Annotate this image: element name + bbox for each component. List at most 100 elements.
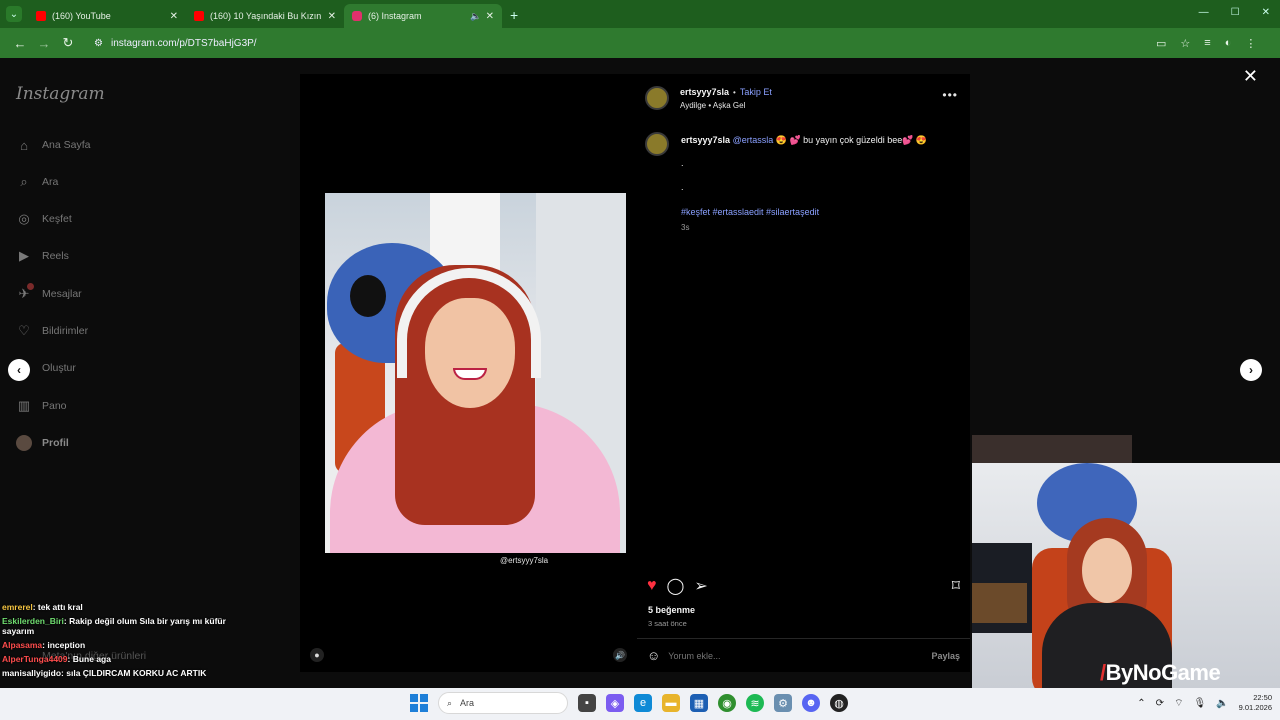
- home-icon: ⌂: [20, 137, 28, 153]
- separator-dot: •: [733, 87, 736, 97]
- chat-message: emrerel: tek attı kral: [2, 602, 242, 612]
- caption-mention[interactable]: @ertassla: [733, 135, 774, 145]
- chat-message: AlperTunga4409: Bune aga: [2, 654, 242, 664]
- chrome-icon[interactable]: ◉: [718, 694, 736, 712]
- caption-username[interactable]: ertsyyy7sla: [681, 135, 730, 145]
- task-view-icon[interactable]: ▪: [578, 694, 596, 712]
- previous-post-arrow-icon[interactable]: ‹: [8, 359, 30, 381]
- post-header: ertsyyy7sla • Takip Et: [680, 87, 772, 97]
- cast-icon[interactable]: ▭: [1156, 37, 1166, 50]
- comment-icon[interactable]: ◯: [667, 576, 685, 596]
- youtube-favicon-icon: [194, 11, 204, 21]
- discord-icon[interactable]: ☻: [802, 694, 820, 712]
- like-heart-icon[interactable]: ♥: [647, 577, 657, 595]
- tab-youtube[interactable]: (160) YouTube ✕: [28, 4, 186, 28]
- microphone-icon[interactable]: 🎙: [1193, 698, 1206, 709]
- close-icon[interactable]: ✕: [1243, 66, 1258, 87]
- forward-icon[interactable]: →: [32, 36, 56, 51]
- next-post-arrow-icon[interactable]: ›: [1240, 359, 1262, 381]
- sidebar-item-label: Bildirimler: [42, 325, 89, 337]
- sync-icon[interactable]: ⟳: [1156, 698, 1164, 709]
- url-text: instagram.com/p/DTS7baHjG3P/: [110, 37, 257, 49]
- post-comment-button[interactable]: Paylaş: [931, 651, 960, 661]
- network-icon[interactable]: ⌔: [1174, 697, 1183, 710]
- caption-dot: .: [681, 158, 684, 168]
- close-tab-icon[interactable]: ✕: [328, 11, 336, 22]
- post-timestamp: 3 saat önce: [648, 619, 687, 628]
- author-username[interactable]: ertsyyy7sla: [680, 87, 729, 97]
- bookmark-star-icon[interactable]: ☆: [1180, 37, 1190, 50]
- sidebar-item-search[interactable]: ⌕ Ara: [16, 174, 58, 190]
- like-count[interactable]: 5 beğenme: [648, 605, 695, 615]
- settings-gear-icon[interactable]: ⚙: [774, 694, 792, 712]
- back-icon[interactable]: ←: [8, 36, 32, 51]
- tab-instagram[interactable]: (6) Instagram 🔈 ✕: [344, 4, 502, 28]
- video-panel[interactable]: @ertsyyy7sla ● 🔊: [300, 74, 637, 672]
- tab-title: (6) Instagram: [368, 11, 422, 21]
- site-info-icon[interactable]: ⚙: [94, 38, 103, 49]
- tab-title: (160) 10 Yaşındaki Bu Kızın Cesa: [210, 11, 324, 21]
- windows-start-icon[interactable]: [410, 694, 428, 712]
- copilot-icon[interactable]: ◈: [606, 694, 624, 712]
- profile-avatar: [16, 435, 32, 451]
- comment-input[interactable]: [668, 650, 932, 661]
- new-tab-button[interactable]: +: [510, 7, 518, 23]
- sidebar-item-dashboard[interactable]: ▥ Pano: [16, 398, 67, 414]
- caption-hashtags[interactable]: #keşfet #ertasslaedit #silaertaşedit: [681, 207, 819, 217]
- tab-youtube-video[interactable]: (160) 10 Yaşındaki Bu Kızın Cesa ✕: [186, 4, 344, 28]
- clock[interactable]: 22:50 9.01.2026: [1239, 693, 1272, 713]
- edge-icon[interactable]: e: [634, 694, 652, 712]
- instagram-logo[interactable]: Instagram: [16, 84, 105, 104]
- obs-icon[interactable]: ◍: [830, 694, 848, 712]
- save-bookmark-icon[interactable]: ⌑: [952, 576, 960, 596]
- toolbar-actions: ▭ ☆ ≡ ◐ ⋮: [1156, 37, 1256, 50]
- taskbar-search[interactable]: ⌕ Ara: [438, 692, 568, 714]
- file-explorer-icon[interactable]: ▬: [662, 694, 680, 712]
- sidebar-item-profile[interactable]: Profil: [16, 435, 69, 451]
- sidebar-item-notifications[interactable]: ♡ Bildirimler: [16, 323, 88, 339]
- caption-dot: .: [681, 182, 684, 192]
- close-window-icon[interactable]: ✕: [1262, 7, 1270, 18]
- maximize-icon[interactable]: ☐: [1231, 7, 1240, 18]
- audio-playing-icon[interactable]: 🔈: [470, 11, 481, 22]
- window-controls: — ☐ ✕: [1199, 7, 1270, 18]
- emoji-icon[interactable]: ☺: [647, 648, 660, 663]
- share-icon[interactable]: ➢: [694, 576, 707, 596]
- chevron-up-icon[interactable]: ⌃: [1137, 698, 1145, 709]
- caption-avatar[interactable]: [645, 132, 669, 156]
- video-frame[interactable]: [325, 193, 626, 553]
- messages-icon: ✈: [16, 283, 34, 302]
- stream-chat: emrerel: tek attı kral Eskilerden_Biri: …: [2, 602, 242, 682]
- close-tab-icon[interactable]: ✕: [170, 11, 178, 22]
- sidebar-item-explore[interactable]: ◎ Keşfet: [16, 211, 72, 227]
- webcam-face: [1082, 538, 1132, 603]
- more-options-icon[interactable]: •••: [942, 88, 958, 102]
- media-control-icon[interactable]: ≡: [1204, 37, 1210, 50]
- youtube-favicon-icon: [36, 11, 46, 21]
- post-actions: ♥ ◯ ➢ ⌑: [647, 576, 960, 596]
- reload-icon[interactable]: ↻: [56, 35, 80, 51]
- tab-search-button[interactable]: ⌄: [6, 6, 22, 22]
- music-info[interactable]: Aydilge • Aşka Gel: [680, 101, 745, 110]
- follow-button[interactable]: Takip Et: [740, 87, 772, 97]
- address-bar[interactable]: ⚙ instagram.com/p/DTS7baHjG3P/: [86, 32, 1136, 54]
- spotify-icon[interactable]: ≋: [746, 694, 764, 712]
- volume-icon[interactable]: 🔈: [1216, 698, 1228, 709]
- menu-kebab-icon[interactable]: ⋮: [1245, 37, 1256, 50]
- volume-icon[interactable]: 🔊: [613, 648, 627, 662]
- sidebar-item-reels[interactable]: ▶ Reels: [16, 248, 69, 264]
- store-icon[interactable]: ▦: [690, 694, 708, 712]
- sidebar-item-messages[interactable]: ✈ Mesajlar: [16, 283, 82, 302]
- sidebar-item-home[interactable]: ⌂ Ana Sayfa: [16, 137, 90, 153]
- tagged-user-icon[interactable]: ●: [310, 648, 324, 662]
- author-avatar[interactable]: [645, 86, 669, 110]
- close-tab-icon[interactable]: ✕: [486, 11, 494, 22]
- profile-icon[interactable]: ◐: [1225, 37, 1232, 50]
- sidebar-item-label: Keşfet: [42, 213, 72, 225]
- search-icon: ⌕: [447, 697, 453, 708]
- sidebar-item-label: Ara: [42, 176, 59, 188]
- sidebar-item-label: Ana Sayfa: [42, 139, 91, 151]
- sidebar-item-label: Reels: [42, 250, 69, 262]
- taskbar-apps: ⌕ Ara ▪ ◈ e ▬ ▦ ◉ ≋ ⚙ ☻ ◍: [410, 692, 848, 714]
- minimize-icon[interactable]: —: [1199, 7, 1209, 18]
